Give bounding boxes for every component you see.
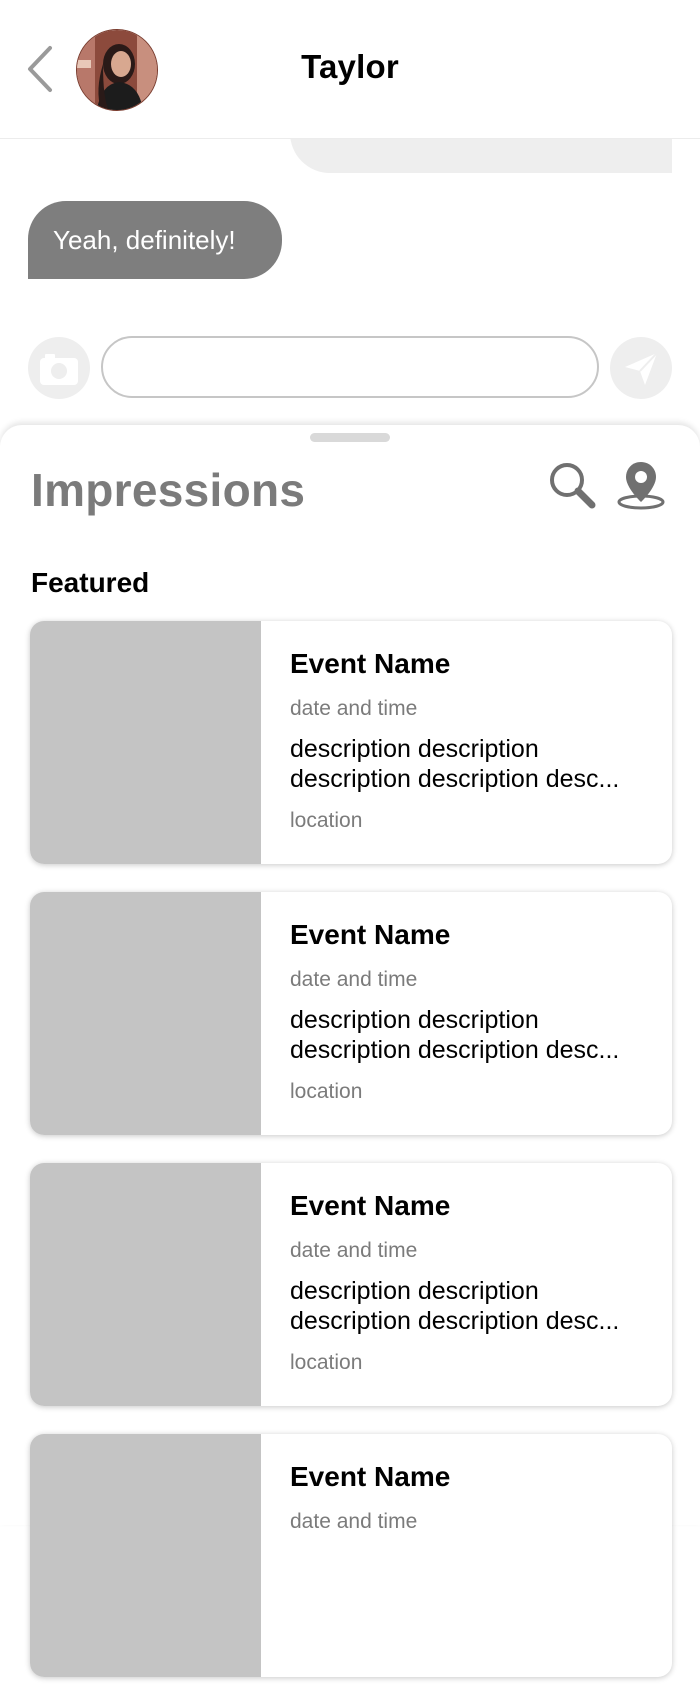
- event-description-line: description description: [290, 1277, 539, 1305]
- event-date-time: date and time: [290, 697, 418, 720]
- paper-plane-icon: [625, 352, 658, 385]
- event-location: location: [290, 1351, 363, 1374]
- impressions-sheet: Impressions Featured Event Name date and…: [0, 425, 700, 1677]
- event-image-placeholder: [30, 1163, 261, 1406]
- sheet-drag-handle[interactable]: [310, 433, 390, 442]
- map-button[interactable]: [615, 459, 667, 511]
- incoming-message-bubble: Yeah, definitely!: [28, 201, 282, 279]
- map-pin-icon: [617, 462, 665, 510]
- event-card[interactable]: Event Name date and time description des…: [30, 892, 672, 1135]
- event-description-line: description description desc...: [290, 1307, 620, 1335]
- event-location: location: [290, 809, 363, 832]
- event-date-time: date and time: [290, 968, 418, 991]
- search-button[interactable]: [546, 459, 598, 511]
- event-location: location: [290, 1080, 363, 1103]
- event-description-line: description description: [290, 735, 539, 763]
- section-label-featured: Featured: [31, 567, 150, 598]
- event-name: Event Name: [290, 648, 451, 679]
- event-description: description description description desc…: [290, 1276, 652, 1336]
- event-date-time: date and time: [290, 1239, 418, 1262]
- event-card[interactable]: Event Name date and time description des…: [30, 621, 672, 864]
- event-card[interactable]: Event Name date and time: [30, 1434, 672, 1677]
- camera-icon: [40, 354, 78, 385]
- event-card-list: Event Name date and time description des…: [30, 621, 672, 1705]
- event-date-time: date and time: [290, 1510, 418, 1533]
- event-description-line: description description: [290, 1006, 539, 1034]
- sheet-title: Impressions: [31, 464, 306, 516]
- camera-button[interactable]: [28, 337, 90, 399]
- event-image-placeholder: [30, 1434, 261, 1677]
- event-description: description description description desc…: [290, 1005, 652, 1065]
- event-image-placeholder: [30, 892, 261, 1135]
- event-image-placeholder: [30, 621, 261, 864]
- chat-thread: Yeah, definitely!: [0, 139, 700, 425]
- event-description-line: description description desc...: [290, 1036, 620, 1064]
- send-button[interactable]: [610, 337, 672, 399]
- event-name: Event Name: [290, 1461, 451, 1492]
- event-name: Event Name: [290, 919, 451, 950]
- chat-title: Taylor: [301, 48, 399, 85]
- chat-header: Taylor: [0, 0, 700, 139]
- message-input[interactable]: [101, 336, 599, 398]
- event-name: Event Name: [290, 1190, 451, 1221]
- event-description-line: description description desc...: [290, 765, 620, 793]
- outgoing-message-bubble: [290, 139, 672, 173]
- event-card[interactable]: Event Name date and time description des…: [30, 1163, 672, 1406]
- search-icon: [550, 463, 596, 509]
- event-description: description description description desc…: [290, 734, 652, 794]
